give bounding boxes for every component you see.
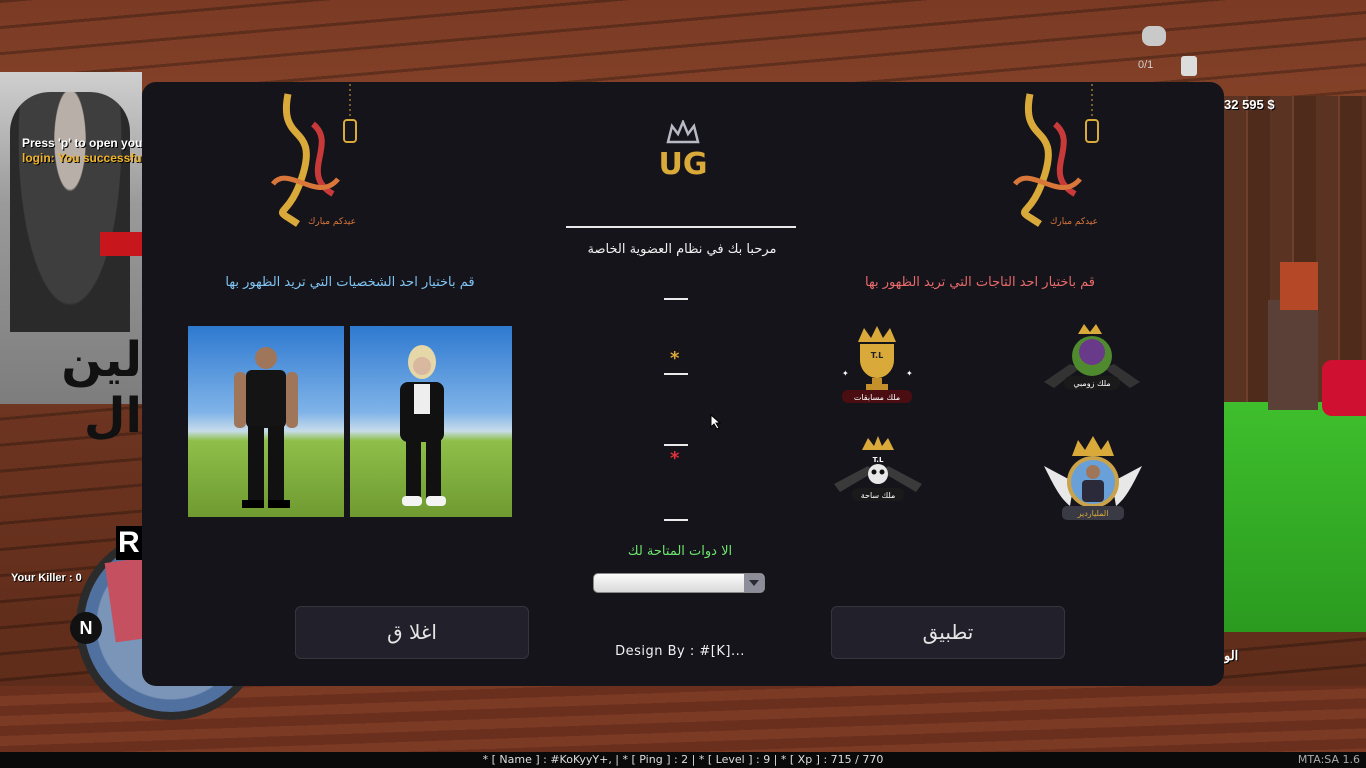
separator-dash — [664, 373, 688, 375]
svg-text:ملك ساحة: ملك ساحة — [861, 491, 896, 500]
svg-text:ملك مسابقات: ملك مسابقات — [854, 393, 900, 402]
arena-king-crown-icon: T.L ملك ساحة — [834, 436, 922, 501]
eid-calligraphy-right-icon: عيدكم مبارك — [1013, 84, 1099, 227]
svg-text:T.L: T.L — [871, 351, 883, 360]
crown-arena-king[interactable]: T.L ملك ساحة — [832, 436, 924, 506]
background-grass — [1224, 402, 1366, 632]
background-poster: لين ال — [0, 72, 142, 444]
crown-billionaire[interactable]: الملياردير — [1040, 436, 1146, 524]
welcome-title: مرحبا بك في نظام العضوية الخاصة — [587, 242, 777, 257]
available-tools-label: الا دوات المتاحة لك — [627, 544, 733, 559]
mta-version: MTA:SA 1.6 — [1297, 753, 1360, 766]
zombie-king-crown-icon: ملك زومبي — [1044, 324, 1140, 390]
hud-killer-text: Your Killer : 0 — [11, 572, 82, 584]
radar-letter: R — [116, 526, 142, 560]
poster-text: لين ال — [61, 332, 142, 444]
character-skin-male[interactable] — [188, 326, 344, 517]
fist-weapon-icon — [1142, 26, 1166, 46]
hud-login-text: login: You successfull — [22, 151, 149, 165]
radar-north-icon: N — [70, 612, 102, 644]
apply-button[interactable]: تطبيق — [831, 606, 1065, 659]
player-status-line: * [ Name ] : #KoKyyY+, | * [ Ping ] : 2 … — [482, 753, 884, 766]
crown-zombie-king[interactable]: ملك زومبي — [1040, 322, 1144, 396]
money-display: 32 595 $ — [1224, 97, 1275, 112]
chevron-down-icon[interactable] — [744, 574, 764, 592]
title-divider — [566, 226, 796, 228]
separator-dash — [664, 298, 688, 300]
separator-dash — [664, 519, 688, 521]
red-star-marker: * — [670, 448, 680, 469]
eid-calligraphy-left-icon: عيدكم مبارك — [271, 84, 357, 227]
poster-armband — [100, 232, 142, 256]
billionaire-crown-icon: الملياردير — [1044, 436, 1142, 520]
background-red-object — [1322, 360, 1366, 416]
svg-text:ملك زومبي: ملك زومبي — [1073, 379, 1110, 388]
tools-dropdown[interactable] — [593, 573, 765, 593]
close-button[interactable]: اغلا ق — [295, 606, 529, 659]
crown-competition-king[interactable]: T.L ✦ ✦ ملك مسابقات — [836, 326, 918, 406]
armor-icon — [1181, 56, 1197, 76]
character-skin-female[interactable] — [350, 326, 512, 517]
background-block — [1280, 262, 1318, 310]
hud-press-p-text: Press 'p' to open your — [22, 136, 148, 150]
hud-partial-text: الو — [1224, 648, 1239, 663]
ug-crown-logo-icon: UG — [659, 120, 708, 182]
background-post — [1268, 300, 1318, 410]
svg-text:T.L: T.L — [873, 456, 884, 464]
svg-text:عيدكم مبارك: عيدكم مبارك — [1050, 217, 1098, 227]
design-credit: Design By : #[K]... — [615, 644, 745, 659]
poster-figure — [10, 92, 130, 332]
svg-text:✦: ✦ — [906, 369, 913, 378]
svg-text:✦: ✦ — [842, 369, 849, 378]
separator-dash — [664, 444, 688, 446]
svg-text:UG: UG — [659, 147, 708, 182]
competition-king-crown-icon: T.L ✦ ✦ ملك مسابقات — [842, 326, 913, 403]
svg-text:الملياردير: الملياردير — [1077, 509, 1109, 518]
choose-character-heading: قم باختيار احد الشخصيات التي تريد الظهور… — [225, 275, 475, 290]
svg-text:عيدكم مبارك: عيدكم مبارك — [308, 217, 356, 227]
choose-crown-heading: قم باختيار احد التاجات التي تريد الظهور … — [864, 275, 1095, 290]
gold-star-marker: * — [670, 348, 680, 369]
male-character-figure — [234, 347, 298, 508]
ammo-count: 0/1 — [1138, 59, 1154, 71]
mouse-cursor-icon — [710, 414, 722, 430]
female-character-figure — [400, 345, 446, 506]
